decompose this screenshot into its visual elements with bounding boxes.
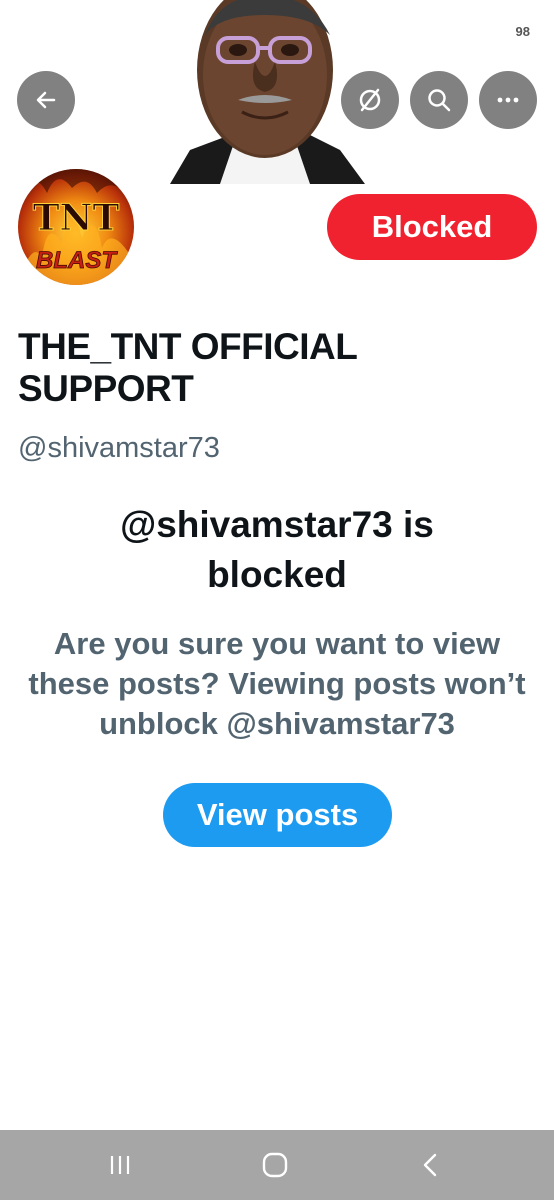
- nav-back-button[interactable]: [386, 1130, 476, 1200]
- search-icon: [428, 89, 451, 112]
- avatar-logo-text: TNT: [33, 197, 120, 239]
- blocked-heading: @shivamstar73 is blocked: [0, 500, 554, 600]
- battery-level: 98: [515, 24, 530, 39]
- blocked-description: Are you sure you want to view these post…: [28, 626, 526, 741]
- chevron-left-icon: [423, 1153, 437, 1177]
- more-button[interactable]: [479, 71, 537, 129]
- back-button[interactable]: [17, 71, 75, 129]
- user-handle: @shivamstar73: [18, 432, 220, 464]
- blocked-heading-line2: blocked: [207, 554, 347, 595]
- display-name: THE_TNT OFFICIAL SUPPORT: [18, 326, 357, 409]
- profile-screen: 98 TNT BLAST Blocked THE_TNT OFFICIAL SU…: [0, 0, 554, 1200]
- arrow-left-icon: [36, 91, 56, 109]
- more-horizontal-icon: [497, 97, 519, 103]
- recents-button[interactable]: [75, 1130, 165, 1200]
- blocked-button[interactable]: Blocked: [327, 194, 537, 260]
- home-button[interactable]: [230, 1130, 320, 1200]
- recents-icon: [110, 1156, 130, 1174]
- profile-banner: 98: [0, 0, 554, 184]
- home-icon: [262, 1152, 288, 1178]
- slash-circle-icon: [359, 88, 381, 112]
- avatar-image: TNT BLAST: [18, 169, 134, 285]
- view-posts-button[interactable]: View posts: [163, 783, 392, 847]
- system-nav-bar: [0, 1130, 554, 1200]
- profile-avatar[interactable]: TNT BLAST: [17, 168, 135, 286]
- search-button[interactable]: [410, 71, 468, 129]
- avatar-logo-subtext: BLAST: [36, 247, 118, 274]
- grok-button[interactable]: [341, 71, 399, 129]
- blocked-heading-line1: @shivamstar73 is: [120, 504, 434, 545]
